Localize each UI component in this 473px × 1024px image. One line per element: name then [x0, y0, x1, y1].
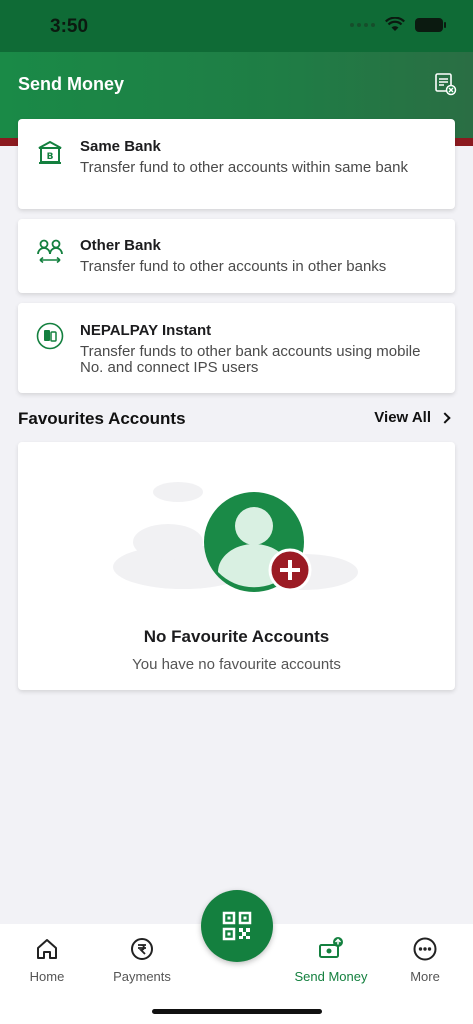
- qr-code-icon: [222, 911, 252, 941]
- empty-state-description: You have no favourite accounts: [132, 656, 341, 673]
- option-title: NEPALPAY Instant: [80, 322, 212, 339]
- wifi-icon: [385, 17, 405, 31]
- empty-state-title: No Favourite Accounts: [143, 627, 330, 646]
- favourites-title: Favourites Accounts: [18, 409, 186, 428]
- battery-icon: [415, 17, 446, 32]
- signal-icon: [350, 22, 375, 27]
- phone-transfer-icon: [36, 322, 64, 350]
- chevron-right-icon: [439, 411, 451, 424]
- people-transfer-icon: [37, 239, 63, 264]
- same-bank-card[interactable]: B Same Bank Transfer fund to other accou…: [18, 119, 455, 209]
- page-title: Send Money: [18, 74, 125, 94]
- home-icon: [37, 939, 57, 959]
- view-all-link[interactable]: View All: [374, 409, 451, 426]
- favourites-empty-card: No Favourite Accounts You have no favour…: [18, 442, 455, 690]
- nav-label: Send Money: [294, 969, 368, 984]
- more-icon: [413, 937, 437, 961]
- option-description: Transfer funds to other bank accounts us…: [80, 343, 421, 376]
- nav-send-money[interactable]: Send Money: [286, 924, 376, 984]
- bank-icon: B: [38, 140, 62, 164]
- option-title: Same Bank: [80, 138, 161, 155]
- send-money-icon: [319, 937, 343, 958]
- nav-label: Payments: [113, 969, 171, 984]
- option-description: Transfer fund to other accounts within s…: [80, 159, 408, 176]
- other-bank-card[interactable]: Other Bank Transfer fund to other accoun…: [18, 219, 455, 293]
- status-time: 3:50: [50, 16, 89, 37]
- nav-label: Home: [29, 969, 65, 984]
- nav-more[interactable]: More: [380, 924, 470, 984]
- nav-payments[interactable]: Payments: [97, 924, 187, 984]
- status-bar: 3:50: [0, 0, 473, 52]
- home-indicator: [152, 1009, 322, 1014]
- payments-icon: [131, 938, 153, 960]
- option-title: Other Bank: [80, 237, 161, 254]
- no-favourites-illustration: [113, 482, 358, 592]
- qr-scan-button[interactable]: [201, 890, 273, 962]
- nav-home[interactable]: Home: [2, 924, 92, 984]
- svg-text:B: B: [47, 152, 54, 162]
- transaction-history-icon[interactable]: [433, 72, 457, 96]
- option-description: Transfer fund to other accounts in other…: [80, 258, 387, 275]
- status-icons: [350, 17, 446, 32]
- nepalpay-instant-card[interactable]: NEPALPAY Instant Transfer funds to other…: [18, 303, 455, 393]
- view-all-label: View All: [374, 409, 431, 426]
- nav-label: More: [410, 969, 440, 984]
